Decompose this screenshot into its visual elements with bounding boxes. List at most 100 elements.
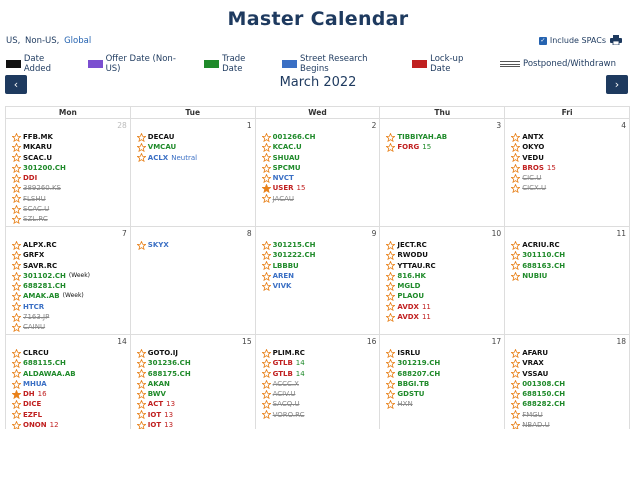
ticker-link[interactable]: DICE	[23, 399, 41, 409]
ticker-link[interactable]: CAINU	[23, 322, 45, 332]
ticker-link[interactable]: MKARU	[23, 142, 52, 152]
star-icon[interactable]	[261, 184, 271, 194]
star-icon[interactable]	[386, 142, 396, 152]
ticker-link[interactable]: VSSAU	[522, 369, 548, 379]
ticker-link[interactable]: ACT	[148, 399, 163, 409]
ticker-link[interactable]: ALDAWAA.AB	[23, 369, 76, 379]
ticker-link[interactable]: SKYX	[148, 240, 169, 250]
star-icon[interactable]	[386, 292, 396, 302]
star-icon[interactable]	[12, 184, 21, 194]
star-icon[interactable]	[386, 132, 396, 142]
ticker-link[interactable]: AVDX	[397, 302, 419, 312]
star-icon[interactable]	[261, 250, 271, 260]
ticker-link[interactable]: ACIV.U	[273, 389, 296, 399]
ticker-link[interactable]: ACLX	[148, 153, 168, 163]
ticker-link[interactable]: MHUA	[23, 379, 47, 389]
star-icon[interactable]	[386, 369, 396, 379]
star-icon[interactable]	[12, 292, 21, 302]
star-icon[interactable]	[136, 142, 146, 152]
ticker-link[interactable]: 816.HK	[397, 271, 426, 281]
star-icon[interactable]	[261, 410, 271, 420]
star-icon[interactable]	[12, 379, 21, 389]
ticker-link[interactable]: SACQ.U	[273, 399, 300, 409]
printer-icon[interactable]	[610, 35, 622, 45]
ticker-link[interactable]: 688281.CH	[23, 281, 66, 291]
star-icon[interactable]	[12, 153, 21, 163]
ticker-link[interactable]: 688163.CH	[522, 261, 565, 271]
ticker-link[interactable]: NBAD.U	[522, 420, 550, 429]
star-icon[interactable]	[136, 240, 146, 250]
ticker-link[interactable]: ONON	[23, 420, 47, 429]
ticker-link[interactable]: 688115.CH	[23, 358, 66, 368]
ticker-link[interactable]: ALPX.RC	[23, 240, 57, 250]
star-icon[interactable]	[261, 348, 271, 358]
star-icon[interactable]	[12, 240, 21, 250]
star-icon[interactable]	[386, 358, 396, 368]
star-icon[interactable]	[511, 250, 521, 260]
ticker-link[interactable]: 688150.CH	[522, 389, 565, 399]
ticker-link[interactable]: 389260.KS	[23, 183, 61, 193]
star-icon[interactable]	[511, 271, 521, 281]
ticker-link[interactable]: CICX.U	[522, 183, 546, 193]
star-icon[interactable]	[386, 281, 396, 291]
ticker-link[interactable]: 001308.CH	[522, 379, 565, 389]
star-icon[interactable]	[12, 163, 21, 173]
ticker-link[interactable]: LBBBU	[273, 261, 299, 271]
ticker-link[interactable]: GTLB	[273, 369, 293, 379]
star-icon[interactable]	[261, 142, 271, 152]
ticker-link[interactable]: IOT	[148, 410, 161, 420]
ticker-link[interactable]: DDI	[23, 173, 37, 183]
ticker-link[interactable]: USER	[273, 183, 294, 193]
ticker-link[interactable]: VIVK	[273, 281, 292, 291]
ticker-link[interactable]: YTTAU.RC	[397, 261, 435, 271]
ticker-link[interactable]: 688175.CH	[148, 369, 191, 379]
ticker-link[interactable]: ISRLU	[397, 348, 420, 358]
star-icon[interactable]	[12, 215, 21, 225]
ticker-link[interactable]: VEDU	[522, 153, 544, 163]
star-icon[interactable]	[136, 369, 146, 379]
star-icon[interactable]	[261, 358, 271, 368]
ticker-link[interactable]: FLSHU	[23, 194, 46, 204]
star-icon[interactable]	[386, 271, 396, 281]
next-month-button[interactable]: ›	[606, 75, 628, 94]
ticker-link[interactable]: SHUAU	[273, 153, 300, 163]
star-icon[interactable]	[136, 420, 146, 429]
star-icon[interactable]	[12, 302, 21, 312]
star-icon[interactable]	[386, 250, 396, 260]
star-icon[interactable]	[136, 379, 146, 389]
ticker-link[interactable]: CIC.U	[522, 173, 541, 183]
ticker-link[interactable]: BROS	[522, 163, 544, 173]
star-icon[interactable]	[136, 132, 146, 142]
star-icon[interactable]	[511, 410, 521, 420]
region-nonus-link[interactable]: Non-US,	[25, 36, 59, 46]
ticker-link[interactable]: DH	[23, 389, 35, 399]
star-icon[interactable]	[12, 204, 21, 214]
ticker-link[interactable]: 7163.JP	[23, 312, 49, 322]
star-icon[interactable]	[261, 369, 271, 379]
ticker-link[interactable]: JECT.RC	[397, 240, 426, 250]
ticker-link[interactable]: FFB.MK	[23, 132, 53, 142]
ticker-link[interactable]: AMAK.AB	[23, 291, 60, 301]
ticker-link[interactable]: 301102.CH	[23, 271, 66, 281]
star-icon[interactable]	[386, 261, 396, 271]
ticker-link[interactable]: ACRIU.RC	[522, 240, 559, 250]
star-icon[interactable]	[511, 132, 521, 142]
star-icon[interactable]	[386, 389, 396, 399]
ticker-link[interactable]: EZFL	[23, 410, 42, 420]
star-icon[interactable]	[12, 281, 21, 291]
ticker-link[interactable]: RWODU	[397, 250, 428, 260]
star-icon[interactable]	[261, 281, 271, 291]
ticker-link[interactable]: IOT	[148, 420, 161, 429]
ticker-link[interactable]: VRAX	[522, 358, 544, 368]
ticker-link[interactable]: 301110.CH	[522, 250, 565, 260]
star-icon[interactable]	[386, 400, 396, 410]
star-icon[interactable]	[386, 302, 396, 312]
star-icon[interactable]	[12, 389, 21, 399]
star-icon[interactable]	[261, 400, 271, 410]
ticker-link[interactable]: VORO.RC	[273, 410, 305, 420]
star-icon[interactable]	[261, 173, 271, 183]
ticker-link[interactable]: KCAC.U	[273, 142, 302, 152]
ticker-link[interactable]: 301219.CH	[397, 358, 440, 368]
star-icon[interactable]	[261, 379, 271, 389]
star-icon[interactable]	[261, 271, 271, 281]
